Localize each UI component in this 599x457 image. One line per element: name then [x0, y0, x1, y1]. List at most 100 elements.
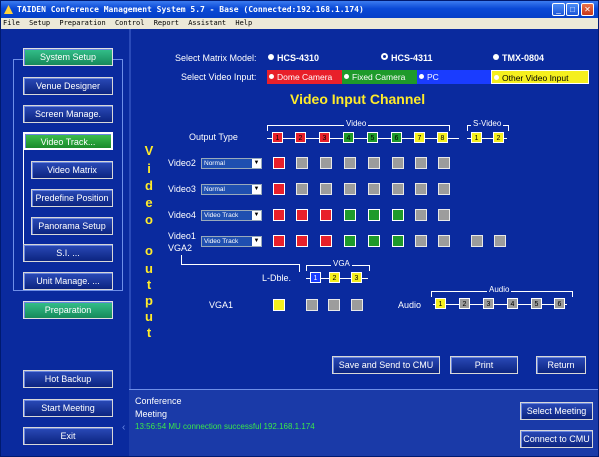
menu-help[interactable]: Help	[235, 19, 252, 27]
menu-preparation[interactable]: Preparation	[59, 19, 105, 27]
video-number: 1	[272, 132, 283, 143]
matrix-cell[interactable]	[344, 235, 356, 247]
hot-backup-button[interactable]: Hot Backup	[23, 370, 113, 388]
close-button[interactable]: ✕	[581, 3, 594, 16]
matrix-cell[interactable]	[494, 235, 506, 247]
return-button[interactable]: Return	[536, 356, 586, 374]
svideo-number: 2	[493, 132, 504, 143]
audio-group-label: Audio	[487, 285, 512, 294]
video-matrix-button[interactable]: Video Matrix	[31, 161, 113, 179]
matrix-cell[interactable]	[296, 157, 308, 169]
dome-camera-option[interactable]: Dome Camera	[267, 70, 342, 84]
matrix-cell[interactable]	[320, 235, 332, 247]
connect-cmu-button[interactable]: Connect to CMU	[520, 430, 593, 448]
svideo-number: 1	[471, 132, 482, 143]
pc-option[interactable]: PC	[417, 70, 491, 84]
matrix-cell[interactable]	[320, 157, 332, 169]
vertical-letter: u	[145, 261, 153, 276]
vga-number: 3	[351, 272, 362, 283]
si-button[interactable]: S.I. ...	[23, 244, 113, 262]
matrix-cell[interactable]	[351, 299, 363, 311]
radio-dot-icon	[268, 54, 274, 60]
matrix-cell[interactable]	[368, 235, 380, 247]
mode-select-video1[interactable]: Video Track ▼	[201, 236, 262, 247]
video-number: 3	[319, 132, 330, 143]
matrix-cell[interactable]	[273, 209, 285, 221]
screen-manage-button[interactable]: Screen Manage.	[23, 105, 113, 123]
video-track-button[interactable]: Video Track...	[23, 132, 113, 150]
start-meeting-button[interactable]: Start Meeting	[23, 399, 113, 417]
matrix-cell[interactable]	[415, 157, 427, 169]
matrix-cell[interactable]	[273, 183, 285, 195]
unit-manage-button[interactable]: Unit Manage. ...	[23, 272, 113, 290]
matrix-cell[interactable]	[415, 209, 427, 221]
panorama-setup-button[interactable]: Panorama Setup	[31, 217, 113, 235]
matrix-cell[interactable]	[344, 157, 356, 169]
menu-file[interactable]: File	[3, 19, 20, 27]
exit-button[interactable]: Exit	[23, 427, 113, 445]
window-title: TAIDEN Conference Management System 5.7 …	[17, 5, 364, 14]
matrix-cell[interactable]	[273, 157, 285, 169]
matrix-cell[interactable]	[328, 299, 340, 311]
save-send-button[interactable]: Save and Send to CMU	[332, 356, 440, 374]
fixed-camera-option[interactable]: Fixed Camera	[342, 70, 417, 84]
matrix-cell[interactable]	[306, 299, 318, 311]
matrix-cell[interactable]	[438, 183, 450, 195]
matrix-model-label: Select Matrix Model:	[175, 53, 257, 63]
menu-setup[interactable]: Setup	[29, 19, 50, 27]
menu-assistant[interactable]: Assistant	[188, 19, 226, 27]
matrix-cell[interactable]	[273, 299, 285, 311]
mode-select-video2[interactable]: Normal ▼	[201, 158, 262, 169]
radio-dot-icon	[493, 54, 499, 60]
venue-designer-button[interactable]: Venue Designer	[23, 77, 113, 95]
matrix-cell[interactable]	[296, 235, 308, 247]
matrix-cell[interactable]	[368, 183, 380, 195]
other-video-input-option[interactable]: Other Video Input	[491, 70, 589, 84]
matrix-cell[interactable]	[368, 157, 380, 169]
vga-group-label: VGA	[331, 259, 352, 268]
status-message: 13:56:54 MU connection successful 192.16…	[135, 422, 315, 431]
matrix-cell[interactable]	[296, 183, 308, 195]
chevron-down-icon: ▼	[252, 185, 261, 194]
radio-hcs-4311[interactable]: HCS-4311	[381, 53, 433, 63]
matrix-cell[interactable]	[296, 209, 308, 221]
collapse-arrow-icon[interactable]: ‹	[122, 422, 125, 433]
minimize-button[interactable]: _	[552, 3, 565, 16]
matrix-cell[interactable]	[344, 209, 356, 221]
matrix-cell[interactable]	[415, 235, 427, 247]
radio-tmx-0804[interactable]: TMX-0804	[493, 53, 544, 63]
matrix-cell[interactable]	[392, 157, 404, 169]
vga-number: 2	[329, 272, 340, 283]
radio-selected-icon	[381, 53, 388, 60]
matrix-cell[interactable]	[392, 209, 404, 221]
matrix-cell[interactable]	[438, 235, 450, 247]
audio-number: 5	[531, 298, 542, 309]
video-number: 8	[437, 132, 448, 143]
maximize-button[interactable]: □	[566, 3, 579, 16]
radio-hcs-4310[interactable]: HCS-4310	[268, 53, 319, 63]
audio-label: Audio	[398, 300, 422, 310]
matrix-cell[interactable]	[392, 235, 404, 247]
audio-number: 1	[435, 298, 446, 309]
matrix-cell[interactable]	[392, 183, 404, 195]
predefine-position-button[interactable]: Predefine Position	[31, 189, 113, 207]
system-setup-button[interactable]: System Setup	[23, 48, 113, 66]
video-number: 2	[295, 132, 306, 143]
matrix-cell[interactable]	[273, 235, 285, 247]
video-number: 4	[343, 132, 354, 143]
preparation-button[interactable]: Preparation	[23, 301, 113, 319]
select-meeting-button[interactable]: Select Meeting	[520, 402, 593, 420]
matrix-cell[interactable]	[320, 183, 332, 195]
mode-select-video4[interactable]: Video Track ▼	[201, 210, 262, 221]
matrix-cell[interactable]	[344, 183, 356, 195]
matrix-cell[interactable]	[471, 235, 483, 247]
matrix-cell[interactable]	[320, 209, 332, 221]
menu-report[interactable]: Report	[154, 19, 179, 27]
matrix-cell[interactable]	[368, 209, 380, 221]
matrix-cell[interactable]	[438, 209, 450, 221]
menu-control[interactable]: Control	[115, 19, 145, 27]
matrix-cell[interactable]	[438, 157, 450, 169]
mode-select-video3[interactable]: Normal ▼	[201, 184, 262, 195]
print-button[interactable]: Print	[450, 356, 518, 374]
matrix-cell[interactable]	[415, 183, 427, 195]
